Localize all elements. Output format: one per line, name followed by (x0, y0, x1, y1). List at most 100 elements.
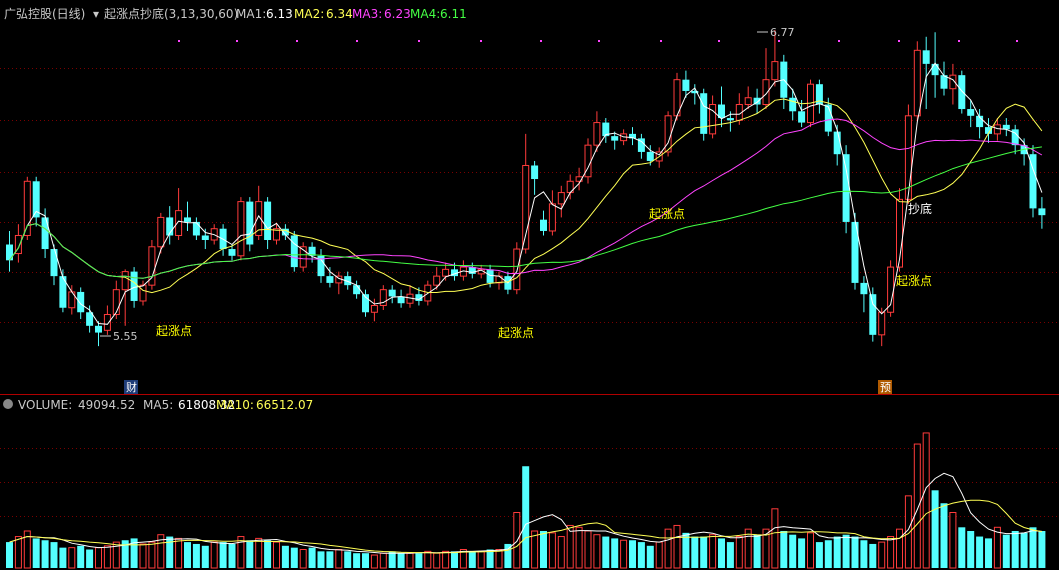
volume-bar (273, 541, 280, 569)
volume-bar (833, 536, 841, 568)
candle-body (397, 296, 405, 304)
candle-body (103, 314, 111, 331)
marker-dot (356, 40, 358, 42)
volume-header: VOLUME: 49094.52 MA5: 61808.32 MA10: 665… (3, 398, 313, 412)
volume-bar (522, 466, 530, 568)
stock-title: 广弘控股(日线) (4, 7, 85, 21)
volume-bar (299, 549, 307, 569)
candle-body (922, 50, 930, 64)
candle-body (1038, 208, 1046, 216)
volume-ma10-value: 66512.07 (256, 398, 313, 412)
volume-bar (718, 538, 725, 568)
volume-bar (32, 538, 40, 568)
volume-bar (281, 545, 289, 568)
candle-body (130, 271, 138, 301)
volume-bar (807, 532, 814, 569)
volume-bar (557, 536, 565, 569)
volume-bar (255, 537, 263, 569)
ma4-label: MA4: (410, 7, 440, 21)
volume-bar (744, 528, 752, 569)
volume-bar (798, 538, 806, 568)
volume-bar (709, 534, 717, 569)
volume-bar (308, 547, 316, 568)
volume-bar (735, 536, 743, 569)
volume-bar (940, 503, 948, 568)
volume-bar (370, 554, 378, 569)
volume-bar (887, 536, 895, 569)
volume-bars (6, 432, 1046, 569)
candle-body (237, 201, 245, 257)
candle-body (557, 192, 565, 205)
candle-body (6, 244, 13, 261)
volume-bar (139, 543, 147, 569)
volume-bar (415, 553, 423, 568)
candle-body (513, 248, 521, 291)
volume-bar (95, 547, 102, 569)
candle-body (913, 49, 921, 117)
candle-body (139, 284, 147, 302)
volume-bar (629, 540, 636, 568)
candle-body (967, 109, 975, 116)
volume-bar (976, 536, 984, 568)
volume-bar (922, 432, 930, 569)
volume-bar (184, 542, 191, 568)
volume-value: 49094.52 (78, 398, 135, 412)
rise-point-label: 起涨点 (649, 206, 685, 221)
volume-bar (1002, 534, 1010, 568)
volume-bar (958, 527, 966, 568)
candle-body (77, 291, 85, 313)
candle-body (593, 122, 601, 146)
event-markers: 财 预 (124, 380, 892, 394)
candle-body (112, 289, 120, 316)
candle-body (228, 249, 236, 256)
dropdown-icon[interactable]: ▾ (93, 7, 99, 21)
marker-dot (480, 40, 482, 42)
candle-body (878, 311, 886, 336)
volume-bar (477, 550, 485, 569)
candle-body (192, 221, 200, 236)
candle-body (1002, 124, 1010, 130)
dropdown-icon[interactable] (3, 399, 13, 409)
candle-body (798, 111, 806, 123)
volume-ma5-label: MA5: (143, 398, 173, 412)
rise-point-label: 起涨点 (896, 273, 932, 288)
candle-body (887, 266, 895, 313)
volume-bar (985, 538, 992, 568)
ma3-value: 6.23 (384, 7, 411, 21)
volume-bar (397, 553, 405, 568)
volume-bar (486, 549, 494, 568)
volume-bar (664, 528, 672, 569)
ma4-value: 6.11 (440, 7, 467, 21)
ma2-label: MA2: (294, 7, 324, 21)
stock-chart[interactable]: 广弘控股(日线) ▾ 起涨点抄底(3,13,30,60) MA1: 6.13 M… (0, 0, 1059, 570)
volume-gridlines (0, 448, 1059, 517)
marker-dot (418, 40, 420, 42)
marker-dot (660, 40, 662, 42)
low-price-label: 5.55 (113, 330, 138, 343)
candle-body (789, 97, 797, 112)
volume-bar (103, 545, 111, 569)
candle-body (175, 210, 183, 236)
volume-bar (771, 508, 779, 569)
volume-bar (175, 537, 183, 569)
candle-body (290, 235, 298, 268)
marker-dot (1016, 40, 1018, 42)
indicator-title[interactable]: 起涨点抄底(3,13,30,60) (104, 6, 238, 21)
ma3-label: MA3: (352, 7, 382, 21)
volume-bar (14, 536, 22, 569)
volume-bar (949, 512, 957, 569)
volume-label: VOLUME: (18, 398, 72, 412)
volume-bar (1029, 527, 1037, 568)
candle-body (326, 276, 334, 283)
candle-body (824, 104, 832, 132)
candle-body (531, 165, 539, 180)
price-annotations: 6.77 5.55 起涨点 起涨点 起涨点 起涨点 抄底 (100, 26, 932, 343)
candle-body (184, 217, 191, 222)
volume-bar (290, 547, 298, 568)
candle-body (726, 118, 734, 121)
candlestick-series (6, 30, 1046, 347)
volume-bar (237, 536, 245, 569)
marker-dot (958, 40, 960, 42)
volume-bar (780, 531, 788, 568)
volume-bar (673, 524, 681, 569)
